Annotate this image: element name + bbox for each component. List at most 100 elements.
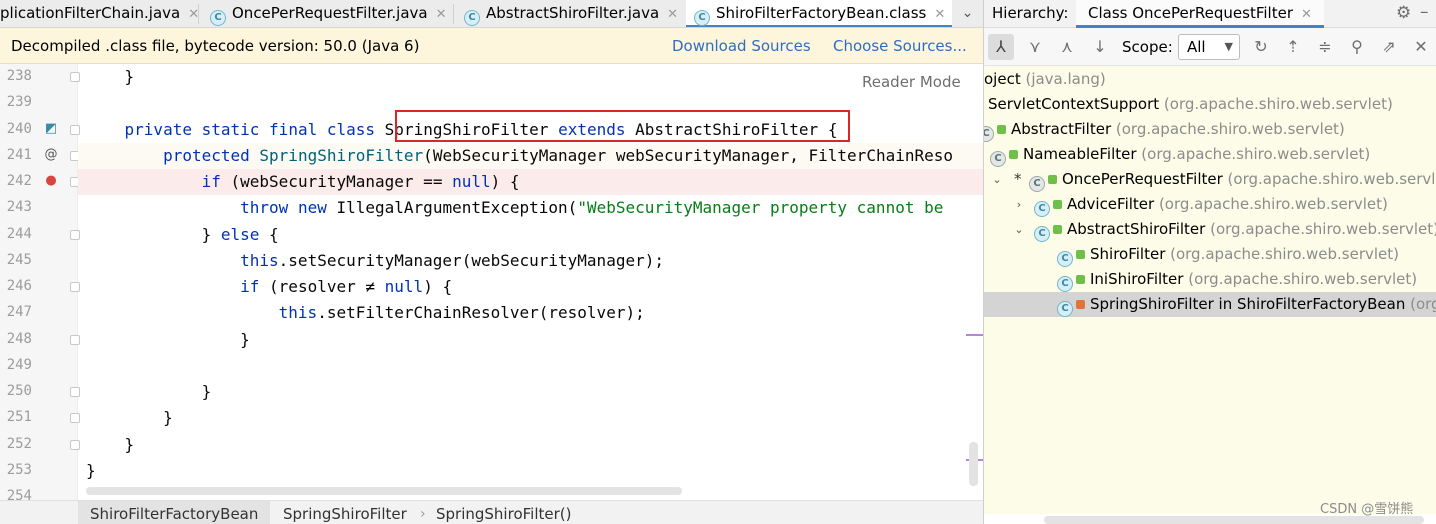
banner-text: Decompiled .class file, bytecode version…	[11, 37, 420, 55]
scope-select[interactable]: All ▼	[1178, 34, 1240, 60]
line-number: 238	[6, 68, 32, 84]
subtypes-icon[interactable]: ⋏	[1054, 34, 1080, 60]
public-access-icon	[1076, 275, 1085, 284]
tree-item[interactable]: C IniShiroFilter (org.apache.shiro.web.se…	[984, 267, 1436, 292]
close-icon[interactable]: ✕	[1301, 7, 1312, 22]
public-access-icon	[997, 125, 1006, 134]
tab-shiro-filter-factory-bean[interactable]: C ShiroFilterFactoryBean.class ✕	[686, 0, 952, 27]
chevron-right-icon: ›	[420, 506, 426, 522]
horizontal-scrollbar[interactable]	[86, 487, 682, 495]
download-sources-link[interactable]: Download Sources	[672, 37, 811, 55]
tree-item[interactable]: ServletContextSupport (org.apache.shiro.…	[984, 92, 1436, 117]
tree-item-name: ServletContextSupport	[988, 95, 1160, 113]
line-number: 243	[6, 199, 32, 216]
line-number: 239	[6, 94, 32, 111]
line-number: 250	[6, 383, 32, 399]
tree-item[interactable]: C AbstractFilter (org.apache.shiro.web.se…	[984, 117, 1436, 142]
chevron-down-icon[interactable]: ⌄	[990, 167, 1004, 192]
line-number: 253	[6, 461, 32, 478]
hierarchy-panel: Hierarchy: Class OncePerRequestFilter ✕ ⚙…	[984, 0, 1436, 524]
chevron-down-icon[interactable]: ⌄	[1012, 217, 1026, 242]
code-line: if (webSecurityManager == null) {	[201, 172, 520, 191]
class-icon: C	[984, 126, 994, 142]
tree-item-package: (org.apache.shiro.web.servlet)	[1159, 95, 1393, 113]
reader-mode-button[interactable]: Reader Mode	[862, 73, 961, 91]
class-icon: C	[1029, 176, 1045, 192]
code-line: this.setSecurityManager(webSecurityManag…	[240, 250, 664, 270]
hierarchy-label: Hierarchy:	[992, 4, 1069, 22]
tree-item-name: oject	[984, 70, 1021, 88]
line-number: 245	[6, 251, 32, 268]
line-number: 241	[6, 146, 32, 163]
tab-application-filter-chain[interactable]: plicationFilterChain.java ✕	[0, 0, 199, 27]
tree-item[interactable]: oject (java.lang)	[984, 67, 1436, 92]
breadcrumb-item[interactable]: SpringShiroFilter	[283, 501, 407, 524]
change-marker	[966, 334, 983, 336]
close-icon[interactable]: ✕	[1408, 34, 1434, 60]
close-icon[interactable]: ✕	[667, 7, 678, 22]
tab-once-per-request-filter[interactable]: C OncePerRequestFilter.java ✕	[202, 0, 447, 27]
chevron-down-icon: ▼	[1224, 40, 1233, 53]
breakpoint-icon[interactable]: ●	[42, 172, 60, 190]
refresh-icon[interactable]: ↻	[1248, 34, 1274, 60]
class-icon: C	[1034, 201, 1050, 217]
code-line: }	[86, 460, 96, 480]
tree-item-name: AbstractShiroFilter	[1067, 220, 1206, 238]
line-number: 247	[6, 304, 32, 321]
tree-item-package: (org.apache.shiro.web.servlet)	[1205, 220, 1436, 238]
expand-all-icon[interactable]: ≑	[1312, 34, 1338, 60]
editor-tab-bar: plicationFilterChain.java ✕ C OncePerReque…	[0, 0, 983, 28]
tab-abstract-shiro-filter[interactable]: C AbstractShiroFilter.java ✕	[456, 0, 678, 27]
class-icon: C	[210, 10, 226, 26]
tree-item-name: IniShiroFilter	[1090, 270, 1184, 288]
line-number: 244	[6, 225, 32, 242]
gear-icon[interactable]: ⚙	[1396, 3, 1411, 23]
minimize-icon[interactable]: –	[1420, 2, 1429, 22]
annotation-icon[interactable]: @	[42, 146, 60, 164]
tree-item[interactable]: › C AdviceFilter (org.apache.shiro.web.ser…	[984, 192, 1436, 217]
tree-item[interactable]: ⌄ C AbstractShiroFilter (org.apache.shiro.…	[984, 217, 1436, 242]
code-line: }	[124, 434, 135, 454]
line-number: 242	[6, 173, 32, 189]
public-access-icon	[1009, 150, 1018, 159]
line-number: 251	[6, 409, 32, 426]
tree-item[interactable]: C SpringShiroFilter in ShiroFilterFactory…	[984, 292, 1436, 317]
vertical-scrollbar[interactable]	[969, 442, 978, 486]
open-in-window-icon[interactable]: ⇗	[1376, 34, 1402, 60]
class-icon: C	[1057, 251, 1073, 267]
supertypes-icon[interactable]: ⋎	[1022, 34, 1048, 60]
tree-item[interactable]: C ShiroFilter (org.apache.shiro.web.servl…	[984, 242, 1436, 267]
tab-class-once-per-request-filter[interactable]: Class OncePerRequestFilter ✕	[1076, 0, 1324, 28]
tree-item-name: NameableFilter	[1023, 145, 1137, 163]
tree-item[interactable]: C NameableFilter (org.apache.shiro.web.se…	[984, 142, 1436, 167]
chevron-down-icon[interactable]: ⌄	[952, 0, 983, 27]
line-number: 249	[6, 356, 32, 373]
close-icon[interactable]: ✕	[436, 7, 447, 22]
tree-item-package: (org.apache.shiro.web.servl	[1222, 170, 1436, 188]
chevron-right-icon[interactable]: ›	[1012, 192, 1026, 217]
class-icon: C	[464, 10, 480, 26]
export-icon[interactable]: ⇡	[1280, 34, 1306, 60]
scope-value: All	[1187, 38, 1206, 56]
tree-item-package: (org	[1410, 295, 1436, 313]
type-hierarchy-icon[interactable]: ⅄	[988, 34, 1014, 60]
tree-item-package: (org.apache.shiro.web.servlet)	[1111, 120, 1345, 138]
tree-item-name: ShiroFilter	[1090, 245, 1166, 263]
close-icon[interactable]: ✕	[934, 7, 945, 22]
line-number: 240	[6, 120, 32, 137]
line-number: 252	[6, 435, 32, 452]
class-icon: C	[1057, 276, 1073, 292]
code-line: }	[240, 329, 250, 349]
breadcrumb-item[interactable]: ShiroFilterFactoryBean	[78, 501, 271, 524]
tree-item[interactable]: ⌄ * C OncePerRequestFilter (org.apache.shir…	[984, 167, 1436, 192]
horizontal-scrollbar[interactable]	[1044, 516, 1424, 524]
choose-sources-link[interactable]: Choose Sources...	[833, 37, 967, 55]
code-line: } else {	[201, 224, 279, 244]
public-access-icon	[1053, 225, 1062, 234]
code-line: }	[163, 408, 173, 428]
pin-icon[interactable]: ⚲	[1344, 34, 1370, 60]
sort-icon[interactable]: ↓	[1087, 34, 1113, 60]
breadcrumb-item[interactable]: SpringShiroFilter()	[436, 501, 571, 524]
implements-icon[interactable]: ◩	[42, 120, 60, 138]
tab-label: ShiroFilterFactoryBean.class	[716, 4, 927, 22]
